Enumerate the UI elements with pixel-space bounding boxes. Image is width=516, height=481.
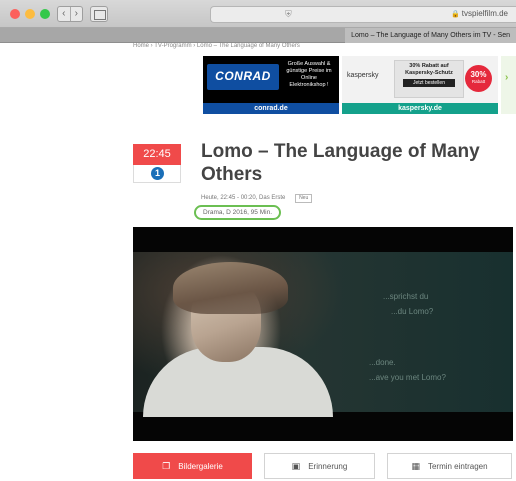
- discount-badge: 30% Rabatt: [465, 65, 492, 92]
- partial-logo-icon: ›: [505, 72, 509, 83]
- tab-current[interactable]: Lomo – The Language of Many Others im TV…: [345, 28, 516, 43]
- video-subtitle: ...sprichst du: [383, 292, 429, 301]
- calendar-button[interactable]: ▦ Termin eintragen: [387, 453, 512, 479]
- ad-kaspersky[interactable]: kaspersky 30% Rabatt auf Kaspersky-Schut…: [342, 56, 498, 114]
- gallery-button[interactable]: ❐ Bildergalerie: [133, 453, 252, 479]
- genre-info: Drama, D 2016, 95 Min.: [194, 205, 282, 220]
- kaspersky-offer-text: 30% Rabatt auf Kaspersky-Schutz: [405, 63, 453, 76]
- browser-window: ‹ › ⛨ 🔒 tvspielfilm.de Lomo – The Languag…: [0, 0, 516, 481]
- privacy-report-icon[interactable]: ⛨: [285, 9, 292, 20]
- video-still-image: ...sprichst du ...du Lomo? ...done. ...a…: [133, 252, 513, 417]
- new-tag-badge: Neu: [295, 194, 313, 203]
- forward-button[interactable]: ›: [69, 7, 83, 21]
- channel-logo-icon[interactable]: 1: [151, 167, 164, 180]
- address-url-text: tvspielfilm.de: [461, 9, 508, 18]
- history-nav: ‹ ›: [57, 6, 83, 22]
- kaspersky-logo: kaspersky: [347, 72, 379, 79]
- kaspersky-cta-button[interactable]: Jetzt bestellen: [403, 79, 455, 87]
- address-url: 🔒 tvspielfilm.de: [451, 9, 508, 18]
- conrad-ad-text: Große Auswahl & günstige Preise im Onlin…: [286, 61, 332, 88]
- broadcast-time-badge: 22:45: [133, 144, 181, 165]
- close-window-button[interactable]: [10, 9, 20, 19]
- video-subtitle: ...du Lomo?: [391, 307, 434, 316]
- gallery-button-label: Bildergalerie: [178, 462, 223, 471]
- scene-hair: [173, 262, 288, 314]
- ad-banner: CONRAD Große Auswahl & günstige Preise i…: [203, 56, 516, 114]
- tab-bar: Lomo – The Language of Many Others im TV…: [0, 28, 516, 43]
- reminder-icon: ▣: [291, 461, 301, 471]
- broadcast-meta-text: Heute, 22:45 - 00:20, Das Erste: [201, 195, 286, 201]
- kaspersky-caption[interactable]: kaspersky.de: [342, 103, 498, 114]
- back-button[interactable]: ‹: [58, 7, 70, 21]
- calendar-icon: ▦: [411, 461, 420, 471]
- channel-box: 1: [133, 165, 181, 183]
- address-bar[interactable]: ⛨ 🔒 tvspielfilm.de: [210, 6, 516, 23]
- broadcast-meta: Heute, 22:45 - 00:20, Das Erste Neu: [201, 194, 313, 203]
- discount-badge-label: Rabatt: [471, 79, 486, 84]
- calendar-button-label: Termin eintragen: [427, 462, 488, 471]
- browser-toolbar: ‹ › ⛨ 🔒 tvspielfilm.de: [0, 0, 516, 28]
- sidebar-toggle-icon[interactable]: [90, 6, 108, 22]
- reminder-button[interactable]: ▣ Erinnerung: [264, 453, 375, 479]
- lock-icon: 🔒: [451, 11, 460, 18]
- minimize-window-button[interactable]: [25, 9, 35, 19]
- ad-conrad[interactable]: CONRAD Große Auswahl & günstige Preise i…: [203, 56, 339, 114]
- conrad-logo: CONRAD: [207, 64, 279, 90]
- video-subtitle: ...done.: [369, 358, 396, 367]
- page-title: Lomo – The Language of Many Others: [201, 141, 480, 185]
- conrad-logo-text: CONRAD: [215, 69, 271, 83]
- video-subtitle: ...ave you met Lomo?: [369, 373, 446, 382]
- breadcrumb[interactable]: Home › TV-Programm › Lomo – The Language…: [133, 43, 300, 49]
- zoom-window-button[interactable]: [40, 9, 50, 19]
- gallery-icon: ❐: [162, 461, 171, 471]
- kaspersky-offer: 30% Rabatt auf Kaspersky-Schutz Jetzt be…: [394, 60, 464, 98]
- discount-badge-value: 30%: [470, 70, 487, 79]
- video-player[interactable]: ...sprichst du ...du Lomo? ...done. ...a…: [133, 227, 513, 441]
- conrad-caption[interactable]: conrad.de: [203, 103, 339, 114]
- reminder-button-label: Erinnerung: [308, 462, 348, 471]
- ad-third-partial[interactable]: ›: [501, 56, 516, 114]
